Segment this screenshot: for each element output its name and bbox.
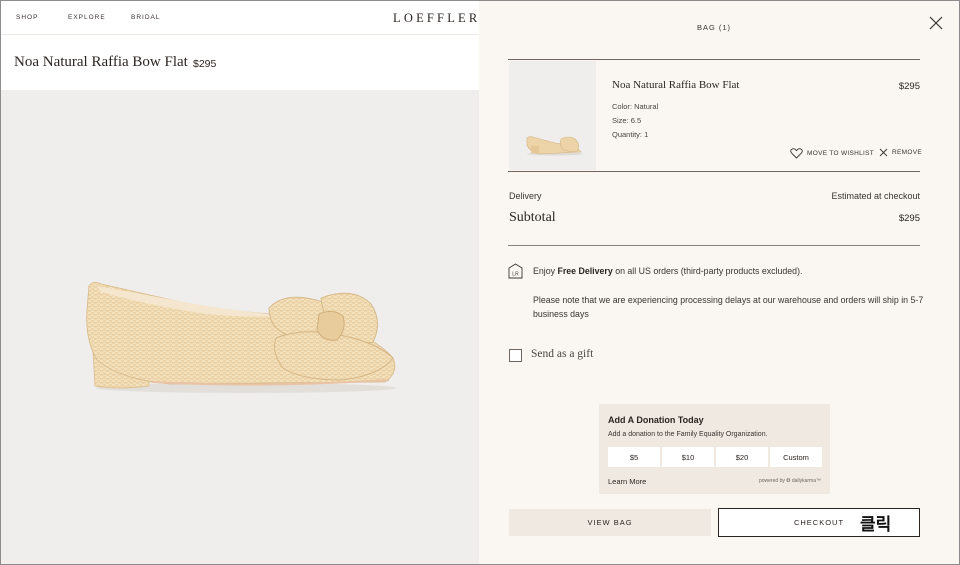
subtotal-label: Subtotal (509, 210, 556, 225)
raffia-flat-shoe-image (86, 282, 396, 393)
donation-20-button[interactable]: $20 (716, 447, 768, 467)
top-navigation: SHOP EXPLORE BRIDAL LOEFFLER (1, 1, 479, 35)
donation-custom-button[interactable]: Custom (770, 447, 822, 467)
bag-title: BAG (1) (696, 23, 732, 32)
click-annotation: 클릭 (860, 515, 892, 535)
donation-subtitle: Add a donation to the Family Equality Or… (608, 431, 768, 438)
donation-5-button[interactable]: $5 (608, 447, 660, 467)
bag-drawer: BAG (1) Noa Natural Raffia Bow Flat $295… (479, 1, 959, 564)
brand-logo[interactable]: LOEFFLER (393, 11, 480, 26)
product-title: Noa Natural Raffia Bow Flat (14, 54, 188, 70)
move-to-wishlist-button[interactable]: MOVE TO WISHLIST (790, 148, 874, 159)
product-price: $295 (193, 58, 217, 70)
learn-more-link[interactable]: Learn More (608, 477, 646, 486)
free-delivery-promo: Enjoy Free Delivery on all US orders (th… (533, 266, 923, 276)
donation-title: Add A Donation Today (608, 415, 704, 425)
delivery-value: Estimated at checkout (831, 191, 920, 201)
remove-label: REMOVE (892, 149, 922, 156)
remove-item-button[interactable]: REMOVE (879, 148, 922, 157)
divider (508, 245, 920, 246)
nav-explore-link[interactable]: EXPLORE (68, 14, 106, 21)
subtotal-value: $295 (898, 213, 920, 224)
donation-10-button[interactable]: $10 (662, 447, 714, 467)
cart-item-quantity: Quantity: 1 (612, 130, 649, 139)
gift-label[interactable]: Send as a gift (531, 348, 593, 360)
wishlist-label: MOVE TO WISHLIST (807, 150, 875, 157)
view-bag-button[interactable]: VIEW BAG (509, 509, 711, 536)
promo-bold: Free Delivery (557, 266, 613, 276)
product-page: SHOP EXPLORE BRIDAL LOEFFLER Noa Natural… (1, 1, 479, 564)
shipping-delay-notice: Please note that we are experiencing pro… (533, 295, 924, 319)
divider (508, 59, 920, 60)
cart-item-color: Color: Natural (612, 102, 659, 111)
x-icon (879, 148, 888, 157)
promo-suffix: on all US orders (third-party products e… (615, 266, 803, 276)
lr-box-icon: LR (508, 263, 523, 279)
powered-by-dailykarma: powered by ❂ dailykarma™ (759, 478, 821, 484)
item-thumbnail[interactable] (509, 61, 596, 170)
cart-item-size: Size: 6.5 (612, 116, 642, 125)
divider (508, 171, 920, 172)
promo-prefix: Enjoy (533, 266, 556, 276)
cart-item-name[interactable]: Noa Natural Raffia Bow Flat (612, 79, 740, 91)
delivery-label: Delivery (509, 191, 542, 201)
cart-item-price: $295 (898, 81, 920, 92)
nav-shop-link[interactable]: SHOP (16, 14, 38, 21)
nav-bridal-link[interactable]: BRIDAL (131, 14, 160, 21)
shoe-thumbnail-image (526, 136, 583, 156)
heart-icon (790, 148, 803, 159)
lr-box-icon-text: LR (512, 272, 519, 278)
product-header: Noa Natural Raffia Bow Flat $295 (1, 36, 479, 90)
product-image (1, 90, 479, 564)
gift-checkbox[interactable] (509, 349, 522, 362)
close-icon[interactable] (928, 15, 944, 31)
donation-widget: Add A Donation Today Add a donation to t… (599, 404, 830, 494)
